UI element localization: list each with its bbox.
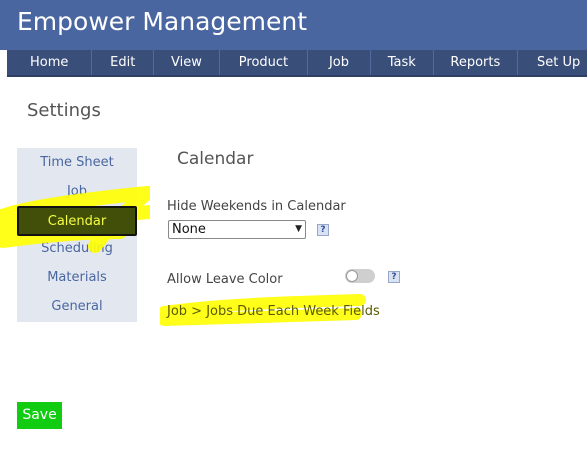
jobs-due-each-week-link[interactable]: Job > Jobs Due Each Week Fields: [167, 304, 380, 319]
main-nav: Home Edit View Product Job Task Reports …: [7, 50, 587, 77]
nav-item-edit[interactable]: Edit: [92, 50, 155, 75]
app-title: Empower Management: [17, 7, 308, 36]
nav-item-view[interactable]: View: [154, 50, 220, 75]
sidebar-item-general[interactable]: General: [17, 296, 137, 318]
sidebar-item-job[interactable]: Job: [17, 181, 137, 203]
nav-item-setup[interactable]: Set Up: [518, 50, 587, 75]
nav-item-task[interactable]: Task: [371, 50, 434, 75]
toggle-knob: [346, 270, 358, 282]
allow-leave-color-label: Allow Leave Color: [167, 272, 283, 287]
nav-item-reports[interactable]: Reports: [434, 50, 519, 75]
page-title: Settings: [27, 100, 101, 121]
sidebar-item-calendar[interactable]: Calendar: [17, 206, 137, 236]
section-title: Calendar: [177, 149, 254, 169]
allow-leave-color-toggle[interactable]: [345, 269, 375, 283]
hide-weekends-select[interactable]: None ▼: [168, 220, 306, 239]
nav-item-product[interactable]: Product: [220, 50, 309, 75]
hide-weekends-value: None: [172, 222, 206, 237]
sidebar-item-scheduling[interactable]: Scheduling: [17, 238, 137, 260]
nav-item-job[interactable]: Job: [308, 50, 371, 75]
sidebar-item-materials[interactable]: Materials: [17, 267, 137, 289]
app-header: Empower Management: [0, 0, 587, 50]
nav-item-home[interactable]: Home: [7, 50, 93, 75]
hide-weekends-label: Hide Weekends in Calendar: [167, 199, 346, 214]
help-icon[interactable]: ?: [317, 224, 329, 236]
chevron-down-icon: ▼: [295, 224, 302, 234]
save-button[interactable]: Save: [17, 402, 62, 429]
sidebar-item-time-sheet[interactable]: Time Sheet: [17, 152, 137, 174]
help-icon[interactable]: ?: [388, 271, 400, 283]
